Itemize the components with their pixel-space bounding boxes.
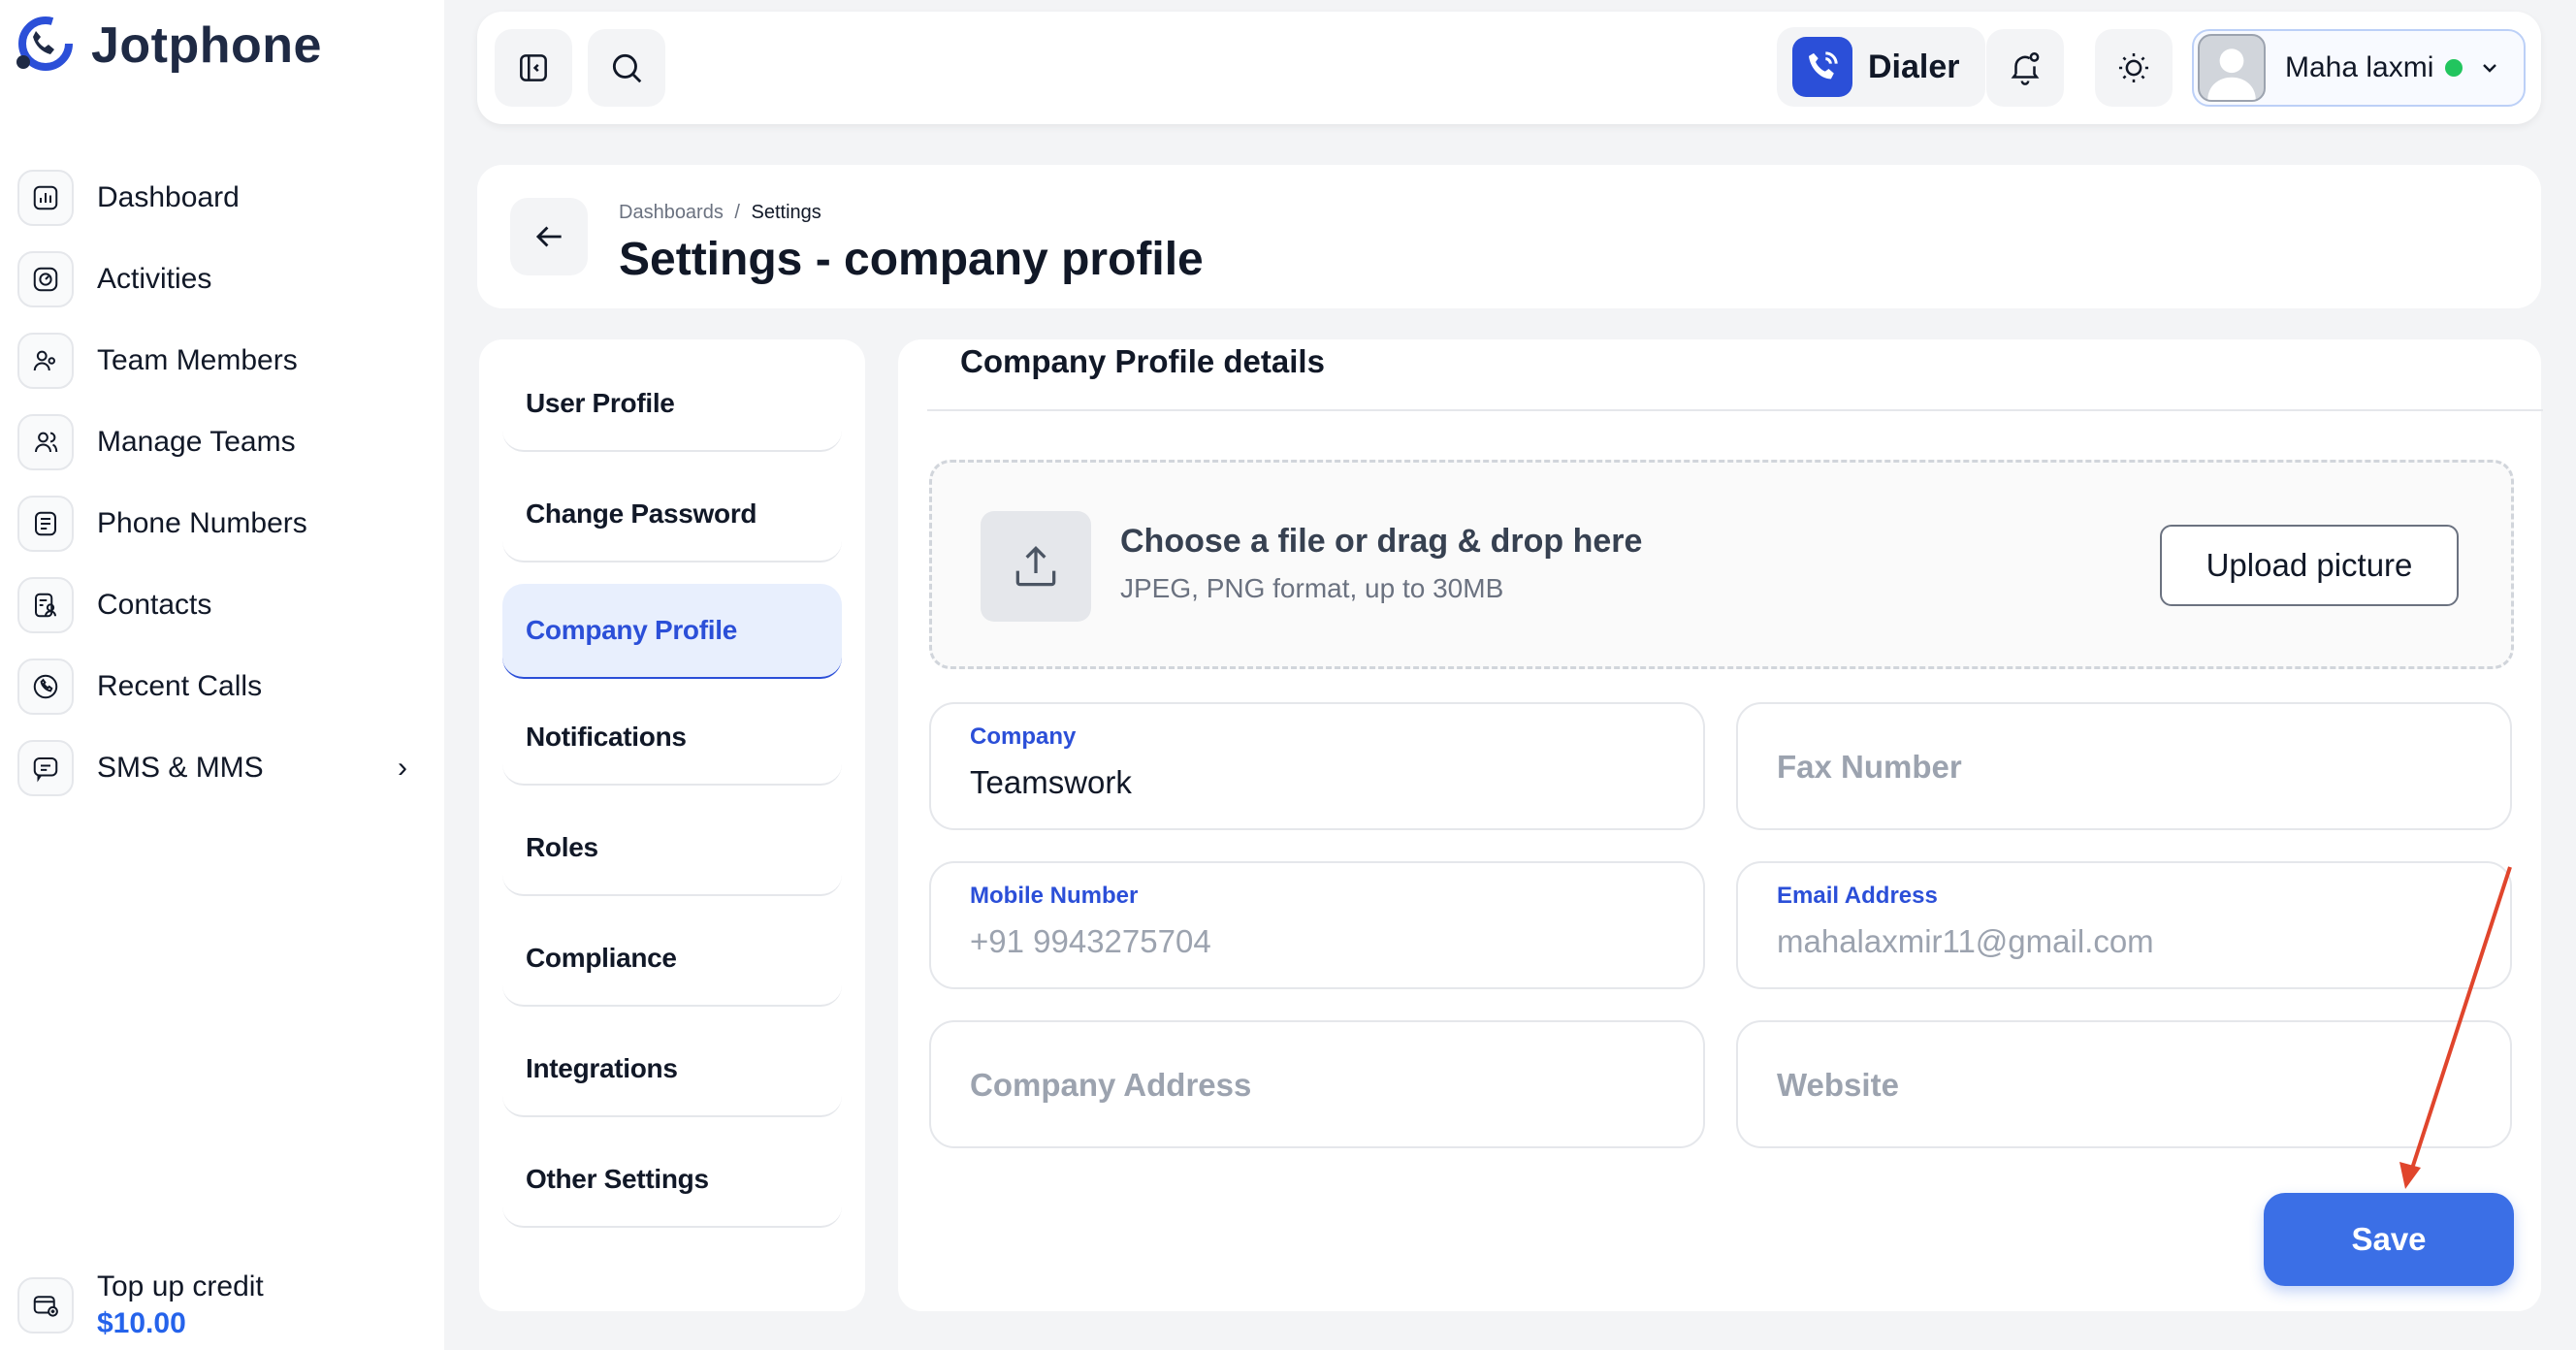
topup-credit[interactable]: Top up credit $10.00 [17, 1270, 264, 1340]
settings-menu-integrations[interactable]: Integrations [502, 1022, 842, 1117]
breadcrumb-parent[interactable]: Dashboards [619, 202, 724, 223]
sidebar-item-phone-numbers[interactable]: Phone Numbers [17, 483, 425, 564]
sidebar-nav: Dashboard Activities Team Members Manage… [17, 157, 425, 809]
company-field[interactable]: Company Teamswork [929, 702, 1705, 830]
recent-calls-icon [17, 659, 74, 715]
online-status-badge [2445, 59, 2463, 77]
company-address-placeholder: Company Address [970, 1067, 1252, 1103]
sidebar-item-label: Manage Teams [97, 426, 296, 458]
settings-menu-change-password[interactable]: Change Password [502, 467, 842, 562]
divider [927, 409, 2543, 411]
sidebar-item-label: Dashboard [97, 181, 240, 213]
mobile-number-field[interactable]: Mobile Number +91 9943275704 [929, 861, 1705, 989]
arrow-left-icon [535, 226, 562, 247]
sidebar-item-dashboard[interactable]: Dashboard [17, 157, 425, 239]
manage-teams-icon [17, 414, 74, 470]
settings-menu: User Profile Change Password Company Pro… [479, 339, 865, 1311]
company-field-value: Teamswork [970, 764, 1132, 800]
sidebar-item-contacts[interactable]: Contacts [17, 564, 425, 646]
breadcrumb-separator: / [734, 202, 740, 223]
sidebar-item-label: Phone Numbers [97, 507, 307, 539]
settings-menu-user-profile[interactable]: User Profile [502, 357, 842, 452]
dropzone-subtitle: JPEG, PNG format, up to 30MB [1120, 573, 1504, 603]
top-bar: Dialer Maha laxmi [477, 12, 2541, 124]
website-field[interactable]: Website [1736, 1020, 2512, 1148]
upload-icon [981, 511, 1091, 622]
upload-picture-button[interactable]: Upload picture [2160, 525, 2459, 606]
section-title: Company Profile details [960, 343, 1325, 379]
company-field-label: Company [970, 723, 1077, 750]
breadcrumb-current: Settings [751, 202, 821, 223]
chevron-down-icon [2483, 64, 2497, 73]
sidebar-item-label: Contacts [97, 589, 212, 621]
sidebar-toggle-icon [520, 54, 547, 81]
theme-toggle-button[interactable] [2095, 29, 2173, 107]
notifications-button[interactable] [1986, 29, 2064, 107]
dashboard-icon [17, 170, 74, 226]
dialer-button[interactable]: Dialer [1777, 27, 1985, 107]
phone-numbers-icon [17, 496, 74, 552]
sidebar-item-label: Activities [97, 263, 212, 295]
user-menu[interactable]: Maha laxmi [2192, 29, 2526, 107]
activities-icon [17, 251, 74, 307]
brand-logo[interactable]: Jotphone [12, 14, 322, 78]
breadcrumb: Dashboards / Settings [619, 202, 821, 224]
email-address-field[interactable]: Email Address mahalaxmir11@gmail.com [1736, 861, 2512, 989]
fax-number-field[interactable]: Fax Number [1736, 702, 2512, 830]
sidebar-item-manage-teams[interactable]: Manage Teams [17, 402, 425, 483]
sms-icon [17, 740, 74, 796]
company-address-field[interactable]: Company Address [929, 1020, 1705, 1148]
email-address-label: Email Address [1777, 883, 1938, 909]
sidebar-item-label: Team Members [97, 344, 298, 376]
user-name: Maha laxmi [2285, 51, 2434, 83]
sidebar-item-team-members[interactable]: Team Members [17, 320, 425, 402]
mobile-number-value: +91 9943275704 [970, 923, 1211, 959]
chevron-right-icon[interactable]: › [398, 752, 407, 785]
sidebar-item-label: Recent Calls [97, 670, 263, 702]
brand-name: Jotphone [91, 17, 322, 74]
search-icon [612, 53, 642, 83]
mobile-number-label: Mobile Number [970, 883, 1139, 909]
sun-icon [2118, 52, 2149, 83]
sidebar-item-activities[interactable]: Activities [17, 239, 425, 320]
save-button[interactable]: Save [2264, 1193, 2514, 1286]
email-address-value: mahalaxmir11@gmail.com [1777, 923, 2154, 959]
contacts-icon [17, 577, 74, 633]
sidebar-item-sms-mms[interactable]: SMS & MMS › [17, 727, 425, 809]
settings-menu-notifications[interactable]: Notifications [502, 691, 842, 786]
topup-amount: $10.00 [97, 1307, 186, 1339]
settings-menu-other-settings[interactable]: Other Settings [502, 1133, 842, 1228]
sidebar-item-recent-calls[interactable]: Recent Calls [17, 646, 425, 727]
toggle-sidebar-button[interactable] [495, 29, 572, 107]
settings-menu-compliance[interactable]: Compliance [502, 912, 842, 1007]
fax-number-placeholder: Fax Number [1777, 749, 1962, 785]
sidebar-item-label: SMS & MMS [97, 752, 264, 784]
sidebar: Jotphone Dashboard Activities Team Membe… [0, 0, 444, 1350]
website-placeholder: Website [1777, 1067, 1899, 1103]
topup-label: Top up credit [97, 1270, 264, 1302]
settings-menu-roles[interactable]: Roles [502, 801, 842, 896]
wallet-icon [17, 1277, 74, 1334]
page-header: Dashboards / Settings Settings - company… [477, 165, 2541, 308]
company-profile-panel: Company Profile details Choose a file or… [898, 339, 2543, 1311]
dropzone-title: Choose a file or drag & drop here [1120, 523, 1643, 560]
search-button[interactable] [588, 29, 665, 107]
bell-icon [2011, 52, 2040, 85]
avatar [2198, 34, 2266, 102]
dialer-label: Dialer [1868, 48, 1960, 85]
phone-icon [1792, 37, 1852, 97]
settings-menu-company-profile[interactable]: Company Profile [502, 584, 842, 679]
file-dropzone[interactable]: Choose a file or drag & drop here JPEG, … [929, 460, 2514, 669]
back-button[interactable] [510, 198, 588, 275]
team-members-icon [17, 333, 74, 389]
jotphone-logo-icon [16, 16, 73, 71]
page-title: Settings - company profile [619, 234, 1204, 285]
